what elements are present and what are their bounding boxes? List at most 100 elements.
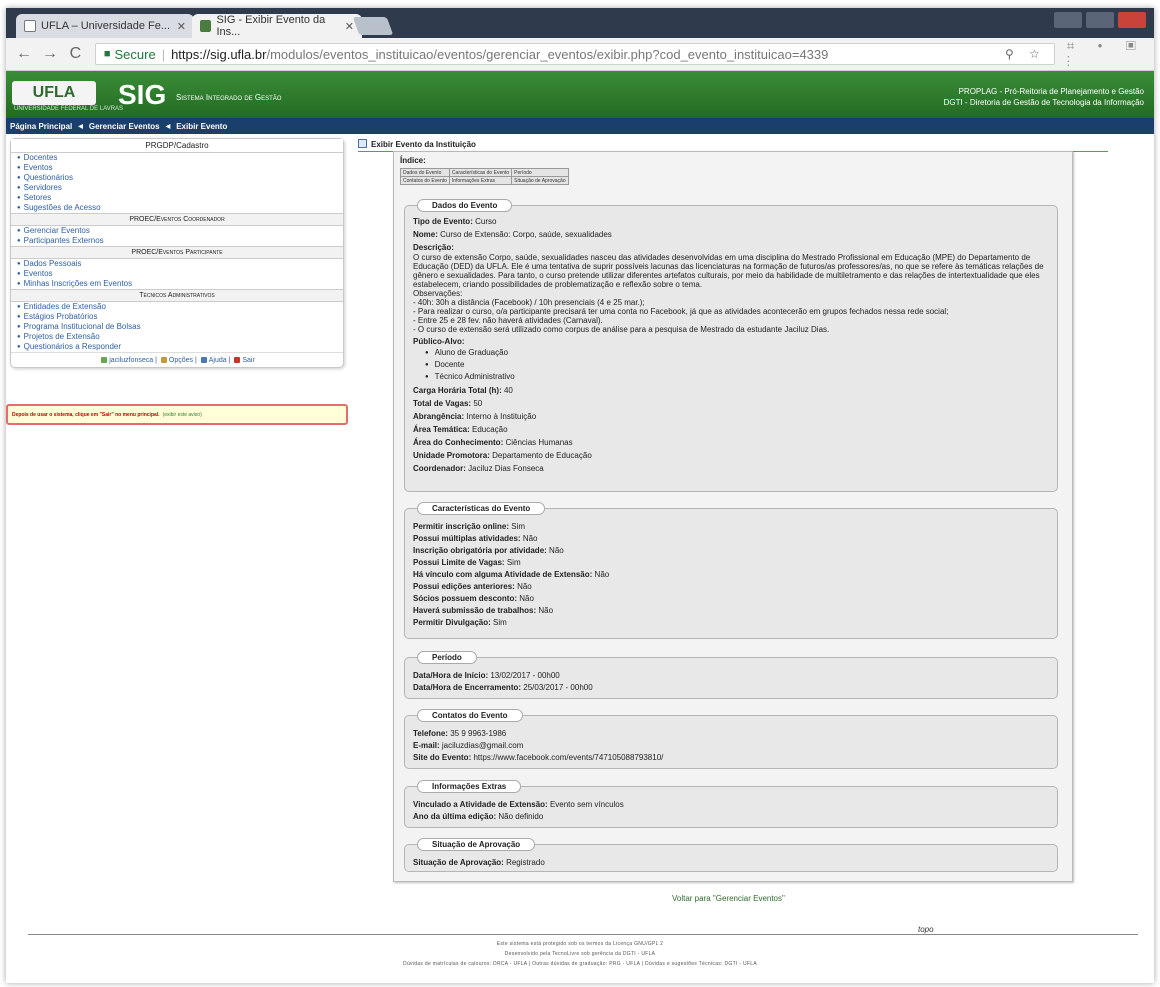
label: Permitir inscrição online: <box>413 522 510 531</box>
topo-link[interactable]: topo <box>918 925 934 934</box>
label: Descrição: <box>413 243 454 252</box>
close-tab-icon[interactable]: ✕ <box>177 20 186 33</box>
event-panel: Índice: Dados do Evento Características … <box>393 151 1073 882</box>
menu-item-setores[interactable]: Setores <box>11 193 343 203</box>
tab-sig[interactable]: SIG - Exibir Evento da Ins... ✕ <box>192 14 362 38</box>
logo-subtitle: UNIVERSIDADE FEDERAL DE LAVRAS <box>14 106 124 112</box>
menu-item-participantes-externos[interactable]: Participantes Externos <box>11 236 343 246</box>
menu-item-sugestoes[interactable]: Sugestões de Acesso <box>11 203 343 213</box>
index-link-periodo[interactable]: Período <box>511 168 569 177</box>
zoom-icon[interactable]: ⚲ ☆ <box>1005 47 1046 61</box>
menu-item-eventos[interactable]: Eventos <box>11 163 343 173</box>
menu-item-questionarios[interactable]: Questionários <box>11 173 343 183</box>
value: Não <box>538 606 554 615</box>
label: Possui edições anteriores: <box>413 582 515 591</box>
url-field[interactable]: ■ Secure | https://sig.ufla.br/modulos/e… <box>94 43 1055 65</box>
publico-item: Docente <box>425 360 1049 370</box>
obs-line: - Entre 25 e 28 fev. não haverá atividad… <box>413 316 603 325</box>
section-legend: Contatos do Evento <box>417 709 523 722</box>
descricao-text: O curso de extensão Corpo, saúde, sexual… <box>413 253 1044 289</box>
field-row: Possui edições anteriores: Não <box>413 582 1049 591</box>
divider: | <box>161 46 166 62</box>
index-link-dados[interactable]: Dados do Evento <box>400 168 450 177</box>
secure-label: Secure <box>114 46 156 62</box>
exit-icon <box>234 357 241 363</box>
value[interactable]: https://www.facebook.com/events/74710508… <box>473 753 663 762</box>
menu-item-programa-bolsas[interactable]: Programa Institucional de Bolsas <box>11 322 343 332</box>
obs-line: Observações: <box>413 289 463 298</box>
menu-group-title: Técnicos Administrativos <box>11 289 343 302</box>
value: Jaciluz Dias Fonseca <box>468 464 544 473</box>
menu-item-minhas-inscricoes[interactable]: Minhas Inscrições em Eventos <box>11 279 343 289</box>
field-row: Permitir Divulgação: Sim <box>413 618 1049 627</box>
ufla-logo[interactable]: UFLA <box>12 81 96 105</box>
index-link-situacao[interactable]: Situação de Aprovação <box>511 176 569 185</box>
menu-item-dados-pessoais[interactable]: Dados Pessoais <box>11 259 343 269</box>
options-icon <box>160 357 167 363</box>
obs-line: - 40h: 30h a distância (Facebook) / 10h … <box>413 298 645 307</box>
label: Coordenador: <box>413 464 466 473</box>
publico-item: Técnico Administrativo <box>425 372 1049 382</box>
back-arrow-icon[interactable]: ← <box>16 45 32 63</box>
breadcrumb-current: Exibir Evento <box>176 121 228 131</box>
menu-item-estagios[interactable]: Estágios Probatórios <box>11 312 343 322</box>
menu-item-gerenciar-eventos[interactable]: Gerenciar Eventos <box>11 226 343 236</box>
value: 13/02/2017 - 00h00 <box>490 671 560 680</box>
voltar-link[interactable]: Voltar para "Gerenciar Eventos" <box>672 894 785 903</box>
value: Não definido <box>498 812 544 821</box>
field-row: Data/Hora de Encerramento: 25/03/2017 - … <box>413 683 1049 692</box>
options-link[interactable]: Opções <box>169 357 193 364</box>
left-menu: PRGDP/Cadastro Docentes Eventos Question… <box>10 138 344 368</box>
label: Permitir Divulgação: <box>413 618 491 627</box>
value: Evento sem vínculos <box>549 800 624 809</box>
menu-item-docentes[interactable]: Docentes <box>11 153 343 163</box>
lock-icon: ■ <box>103 48 111 60</box>
close-window-button[interactable] <box>1118 12 1146 28</box>
new-tab-button[interactable] <box>352 17 394 35</box>
section-situacao: Situação de Aprovação Situação de Aprova… <box>404 838 1058 872</box>
breadcrumb-gerenciar[interactable]: Gerenciar Eventos <box>89 122 160 131</box>
minimize-button[interactable] <box>1054 12 1082 28</box>
reload-icon[interactable]: C <box>68 45 83 63</box>
menu-item-entidades[interactable]: Entidades de Extensão <box>11 302 343 312</box>
value[interactable]: jaciluzdias@gmail.com <box>442 741 523 750</box>
tab-label: SIG - Exibir Evento da Ins... <box>216 14 326 38</box>
maximize-button[interactable] <box>1086 12 1114 28</box>
label: Data/Hora de Encerramento: <box>413 683 522 692</box>
field-row: Haverá submissão de trabalhos: Não <box>413 606 1049 615</box>
index-link-caracteristicas[interactable]: Características do Evento <box>448 168 513 177</box>
extension-icons[interactable]: ⌗ • ▣ ⋮ <box>1067 38 1154 70</box>
section-legend: Dados do Evento <box>417 199 513 212</box>
menu-item-servidores[interactable]: Servidores <box>11 183 343 193</box>
warning-link[interactable]: (exibir este aviso) <box>163 412 202 418</box>
value: Departamento de Educação <box>492 451 592 460</box>
section-periodo: Período Data/Hora de Início: 13/02/2017 … <box>404 651 1058 699</box>
label: Possui múltiplas atividades: <box>413 534 521 543</box>
menu-item-projetos[interactable]: Projetos de Extensão <box>11 332 343 342</box>
label: Data/Hora de Início: <box>413 671 489 680</box>
breadcrumb-home[interactable]: Página Principal <box>10 122 72 131</box>
user-link[interactable]: jaciluzfonseca <box>109 357 153 364</box>
field-row: Situação de Aprovação: Registrado <box>413 858 1049 867</box>
field-conhecimento: Área do Conhecimento: Ciências Humanas <box>413 438 1049 447</box>
close-tab-icon[interactable]: ✕ <box>345 20 354 33</box>
window-controls <box>1054 12 1146 28</box>
help-link[interactable]: Ajuda <box>209 357 227 364</box>
index-link-extras[interactable]: Informações Extras <box>448 176 513 185</box>
index-label: Índice: <box>400 156 426 165</box>
exit-link[interactable]: Sair <box>242 357 254 364</box>
value: Não <box>549 546 564 555</box>
forward-arrow-icon[interactable]: → <box>42 45 58 63</box>
value: Curso <box>475 217 497 226</box>
menu-item-questionarios-responder[interactable]: Questionários a Responder <box>11 342 343 352</box>
dgti-text: DGTI - Diretoria de Gestão de Tecnologia… <box>943 98 1144 107</box>
field-descricao-label: Descrição: <box>413 243 1049 252</box>
tab-ufla[interactable]: UFLA – Universidade Fe... ✕ <box>16 14 194 38</box>
label: Possui Limite de Vagas: <box>413 558 505 567</box>
value: Não <box>517 582 532 591</box>
value: Não <box>594 570 610 579</box>
menu-item-eventos-participante[interactable]: Eventos <box>11 269 343 279</box>
index-link-contatos[interactable]: Contatos do Evento <box>400 176 450 185</box>
url-host: https://sig.ufla.br <box>171 46 267 62</box>
value: Educação <box>472 425 508 434</box>
